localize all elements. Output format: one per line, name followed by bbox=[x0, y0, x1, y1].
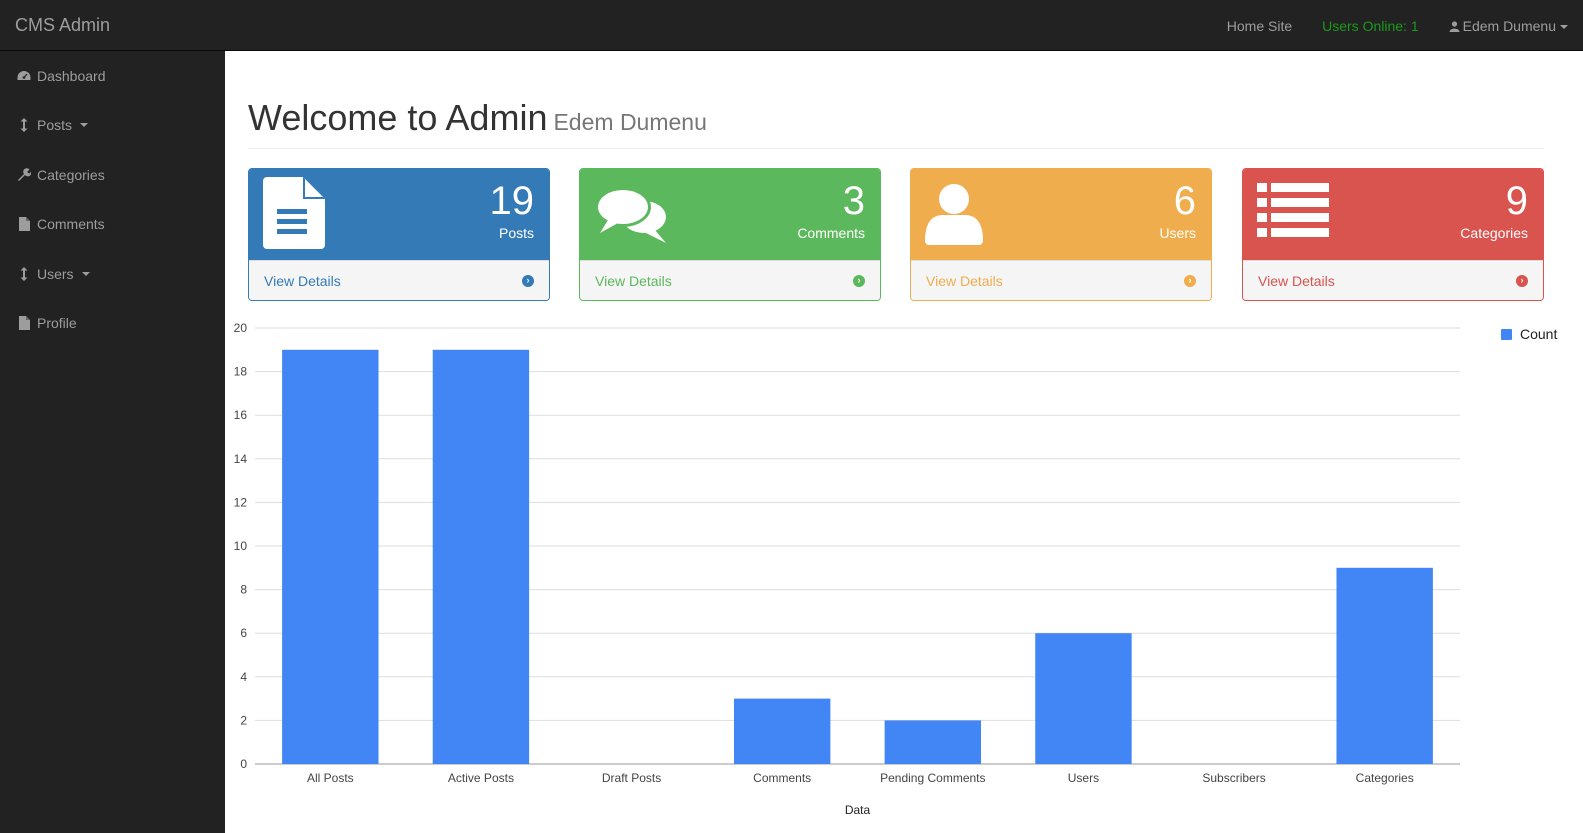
categories-panel: 9 Categories View Details › bbox=[1242, 168, 1544, 301]
panel-heading: 3 Comments bbox=[580, 169, 880, 260]
sidebar-item-label: Profile bbox=[37, 315, 77, 332]
view-details-label: View Details bbox=[595, 272, 672, 289]
main-content: Welcome to Admin Edem Dumenu 19 Posts Vie… bbox=[225, 51, 1583, 833]
list-icon bbox=[1257, 183, 1329, 237]
sidebar-item-label: Dashboard bbox=[37, 67, 106, 84]
bar bbox=[884, 720, 982, 764]
arrows-v-icon bbox=[17, 118, 31, 133]
caret-down-icon bbox=[80, 123, 89, 128]
x-tick-label: Active Posts bbox=[448, 771, 514, 785]
y-tick-label: 14 bbox=[234, 452, 248, 466]
caret-down-icon bbox=[81, 271, 90, 276]
user-menu-dropdown[interactable]: Edem Dumenu bbox=[1434, 18, 1583, 34]
file-text-icon bbox=[263, 177, 325, 249]
x-tick-label: Categories bbox=[1356, 771, 1414, 785]
sidebar-item-profile[interactable]: Profile bbox=[0, 299, 225, 349]
sidebar-item-dashboard[interactable]: Dashboard bbox=[0, 51, 225, 101]
y-tick-label: 6 bbox=[240, 626, 247, 640]
x-tick-label: Subscribers bbox=[1202, 771, 1265, 785]
x-tick-label: Pending Comments bbox=[880, 771, 985, 785]
top-nav-right: Home Site Users Online: 1 Edem Dumenu bbox=[1212, 0, 1583, 51]
y-tick-label: 16 bbox=[234, 408, 248, 422]
panel-count: 9 bbox=[1505, 179, 1528, 223]
panel-heading: 6 Users bbox=[911, 169, 1211, 260]
bar bbox=[1035, 633, 1132, 764]
bar-chart: 0 2 4 6 8 10 12 14 16 18 20 All Posts Active Posts Dr… bbox=[234, 321, 1558, 817]
page-subtitle: Edem Dumenu bbox=[553, 109, 707, 135]
bar bbox=[733, 698, 831, 764]
y-tick-label: 12 bbox=[234, 495, 248, 509]
bar bbox=[1336, 567, 1433, 764]
view-details-label: View Details bbox=[926, 272, 1003, 289]
sidebar-item-label: Posts bbox=[37, 117, 73, 134]
panel-count: 3 bbox=[842, 179, 865, 223]
page-title-text: Welcome to Admin bbox=[248, 97, 548, 138]
sidebar-item-label: Users bbox=[37, 265, 74, 282]
x-tick-label: Comments bbox=[753, 771, 811, 785]
panel-label: Categories bbox=[1460, 225, 1528, 241]
file-icon bbox=[17, 217, 31, 232]
user-icon bbox=[1449, 20, 1460, 32]
top-navbar: CMS Admin Home Site Users Online: 1 Edem… bbox=[0, 0, 1583, 51]
sidebar-item-categories[interactable]: Categories bbox=[0, 150, 225, 200]
user-icon bbox=[925, 184, 983, 245]
legend-label: Count bbox=[1520, 326, 1557, 342]
brand-link[interactable]: CMS Admin bbox=[15, 15, 110, 36]
panel-count: 19 bbox=[489, 179, 535, 223]
panel-heading: 19 Posts bbox=[249, 169, 549, 260]
view-details-label: View Details bbox=[264, 272, 341, 289]
bar bbox=[282, 349, 379, 764]
home-site-link[interactable]: Home Site bbox=[1212, 18, 1307, 34]
panel-label: Users bbox=[1159, 225, 1196, 241]
arrow-circle-right-icon: › bbox=[853, 274, 865, 287]
arrows-v-icon bbox=[17, 266, 31, 281]
y-tick-label: 2 bbox=[240, 713, 247, 727]
y-tick-label: 20 bbox=[234, 321, 248, 335]
arrow-circle-right-icon: › bbox=[1184, 274, 1196, 287]
wrench-icon bbox=[17, 167, 31, 182]
panel-heading: 9 Categories bbox=[1243, 169, 1543, 260]
panel-label: Comments bbox=[797, 225, 865, 241]
posts-panel: 19 Posts View Details › bbox=[248, 168, 550, 301]
comments-icon bbox=[595, 187, 666, 243]
file-icon bbox=[17, 316, 31, 331]
panel-label: Posts bbox=[498, 225, 534, 241]
y-tick-label: 0 bbox=[240, 757, 247, 771]
sidebar-item-label: Categories bbox=[37, 166, 105, 183]
y-tick-label: 10 bbox=[234, 539, 248, 553]
bar bbox=[432, 349, 530, 764]
view-details-link[interactable]: View Details › bbox=[249, 260, 549, 300]
caret-down-icon bbox=[1560, 24, 1568, 29]
view-details-link[interactable]: View Details › bbox=[1243, 260, 1543, 300]
users-panel: 6 Users View Details › bbox=[910, 168, 1212, 301]
panel-count: 6 bbox=[1173, 179, 1196, 223]
view-details-label: View Details bbox=[1258, 272, 1335, 289]
view-details-link[interactable]: View Details › bbox=[911, 260, 1211, 300]
sidebar-item-users[interactable]: Users bbox=[0, 249, 225, 299]
x-axis-title: Data bbox=[845, 803, 871, 817]
arrow-circle-right-icon: › bbox=[522, 274, 534, 287]
sidebar: Dashboard Posts Categories Comments User… bbox=[0, 51, 225, 833]
arrow-circle-right-icon: › bbox=[1516, 274, 1528, 287]
y-tick-label: 18 bbox=[234, 365, 248, 379]
dashboard-icon bbox=[17, 69, 31, 83]
sidebar-item-label: Comments bbox=[37, 216, 105, 233]
users-online-indicator: Users Online: 1 bbox=[1322, 17, 1419, 34]
x-tick-label: All Posts bbox=[307, 771, 354, 785]
legend-swatch bbox=[1501, 329, 1512, 340]
sidebar-item-posts[interactable]: Posts bbox=[0, 101, 225, 151]
comments-panel: 3 Comments View Details › bbox=[579, 168, 881, 301]
sidebar-item-comments[interactable]: Comments bbox=[0, 200, 225, 250]
y-tick-label: 8 bbox=[240, 583, 247, 597]
user-menu-name: Edem Dumenu bbox=[1462, 17, 1556, 34]
x-tick-label: Draft Posts bbox=[602, 771, 661, 785]
page-header: Welcome to Admin Edem Dumenu bbox=[248, 97, 1544, 149]
x-tick-label: Users bbox=[1068, 771, 1099, 785]
view-details-link[interactable]: View Details › bbox=[580, 260, 880, 300]
y-tick-label: 4 bbox=[240, 670, 247, 684]
page-title: Welcome to Admin Edem Dumenu bbox=[248, 97, 1544, 139]
